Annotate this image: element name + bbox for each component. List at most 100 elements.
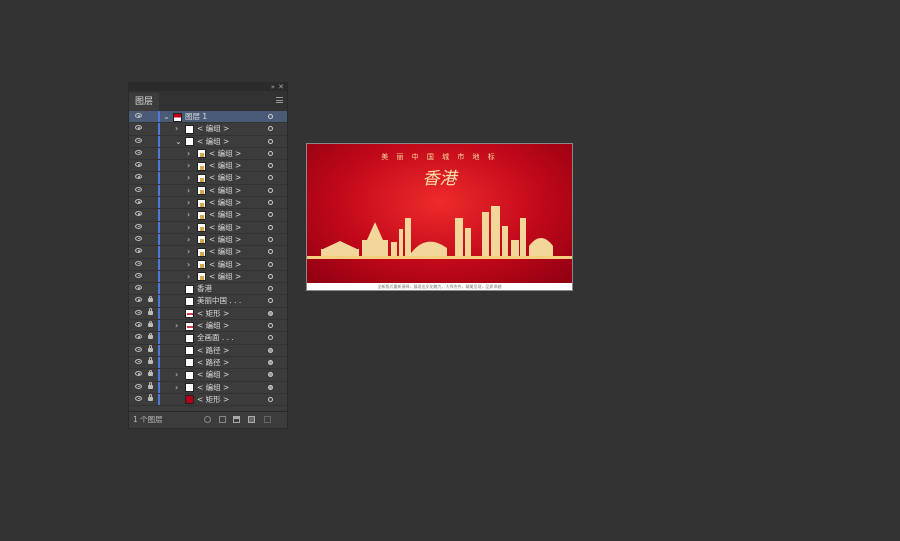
tab-layers[interactable]: 图层: [129, 93, 160, 111]
layer-name[interactable]: < 编组 >: [209, 234, 241, 246]
target-circle-icon[interactable]: [268, 261, 273, 267]
chevron-down-icon[interactable]: ⌄: [175, 136, 182, 147]
visibility-eye-icon[interactable]: [135, 223, 142, 229]
layer-row[interactable]: › < 编组 >: [129, 369, 287, 382]
new-sublayer-icon[interactable]: [233, 416, 240, 423]
layer-name[interactable]: < 矩形 >: [197, 308, 229, 320]
layer-name[interactable]: 全画面 . . .: [197, 332, 234, 344]
visibility-eye-icon[interactable]: [135, 334, 142, 340]
new-layer-icon[interactable]: [248, 416, 255, 423]
layer-name[interactable]: < 编组 >: [209, 172, 241, 184]
layer-name[interactable]: < 编组 >: [209, 271, 241, 283]
layer-row[interactable]: › < 编组 >: [129, 184, 287, 198]
target-circle-icon[interactable]: [268, 163, 273, 169]
chevron-right-icon[interactable]: ›: [187, 259, 190, 270]
layer-name[interactable]: < 编组 >: [197, 369, 229, 381]
visibility-eye-icon[interactable]: [135, 297, 142, 303]
target-circle-icon[interactable]: [268, 126, 273, 132]
chevron-right-icon[interactable]: ›: [187, 209, 190, 220]
visibility-eye-icon[interactable]: [135, 137, 142, 143]
layer-name[interactable]: < 编组 >: [197, 123, 229, 135]
target-circle-icon[interactable]: [268, 150, 273, 156]
visibility-eye-icon[interactable]: [135, 346, 142, 352]
chevron-right-icon[interactable]: ›: [187, 197, 190, 208]
layer-row[interactable]: › < 编组 >: [129, 270, 287, 284]
layer-row[interactable]: › < 编组 >: [129, 221, 287, 234]
chevron-right-icon[interactable]: ›: [187, 172, 190, 183]
lock-icon[interactable]: [148, 295, 153, 303]
layer-name[interactable]: < 编组 >: [209, 148, 241, 160]
visibility-eye-icon[interactable]: [135, 235, 142, 241]
lock-icon[interactable]: [148, 308, 153, 315]
target-circle-icon[interactable]: [268, 384, 273, 390]
layer-name[interactable]: < 编组 >: [209, 185, 241, 197]
visibility-eye-icon[interactable]: [135, 371, 142, 377]
layer-row[interactable]: < 路径 >: [129, 344, 287, 357]
target-circle-icon[interactable]: [268, 372, 273, 378]
chevron-right-icon[interactable]: ›: [187, 246, 190, 257]
visibility-eye-icon[interactable]: [135, 174, 142, 180]
layer-name[interactable]: < 路径 >: [197, 345, 229, 357]
collapse-icon[interactable]: »: [271, 83, 275, 91]
layer-row[interactable]: › < 编组 >: [129, 233, 287, 247]
visibility-eye-icon[interactable]: [135, 149, 142, 155]
layer-row[interactable]: ⌄ 图层 1: [129, 111, 287, 124]
layer-name[interactable]: < 编组 >: [209, 259, 241, 271]
layer-row[interactable]: › < 编组 >: [129, 320, 287, 333]
target-circle-icon[interactable]: [268, 236, 273, 242]
layer-name[interactable]: < 编组 >: [209, 160, 241, 172]
artboard[interactable]: 美 丽 中 国 城 市 地 标 香港 全新版式重新演绎，展现出文化魅力，大师杰作…: [306, 143, 573, 291]
target-circle-icon[interactable]: [268, 114, 273, 119]
search-icon[interactable]: [204, 416, 211, 423]
visibility-eye-icon[interactable]: [135, 260, 142, 266]
chevron-right-icon[interactable]: ›: [175, 382, 178, 393]
close-icon[interactable]: ✕: [278, 83, 284, 91]
layer-row[interactable]: › < 编组 >: [129, 197, 287, 210]
target-circle-icon[interactable]: [268, 212, 273, 218]
target-circle-icon[interactable]: [268, 224, 273, 230]
lock-icon[interactable]: [148, 357, 153, 364]
target-circle-icon[interactable]: [268, 138, 273, 144]
lock-icon[interactable]: [148, 345, 153, 352]
target-circle-icon[interactable]: [268, 310, 273, 316]
layer-name[interactable]: 美丽中国 . . .: [197, 295, 241, 307]
chevron-right-icon[interactable]: ›: [175, 369, 178, 380]
layer-row[interactable]: › < 编组 >: [129, 123, 287, 136]
chevron-down-icon[interactable]: ⌄: [163, 111, 170, 122]
layer-row[interactable]: < 路径 >: [129, 356, 287, 370]
layer-row[interactable]: › < 编组 >: [129, 209, 287, 222]
visibility-eye-icon[interactable]: [135, 395, 142, 401]
visibility-eye-icon[interactable]: [135, 211, 142, 217]
chevron-right-icon[interactable]: ›: [175, 123, 178, 134]
visibility-eye-icon[interactable]: [135, 162, 142, 168]
visibility-eye-icon[interactable]: [135, 186, 142, 192]
lock-icon[interactable]: [148, 394, 153, 401]
panel-title-bar[interactable]: » ✕: [129, 83, 287, 91]
visibility-eye-icon[interactable]: [135, 309, 142, 315]
visibility-eye-icon[interactable]: [135, 248, 142, 254]
chevron-right-icon[interactable]: ›: [187, 271, 190, 282]
layer-row[interactable]: › < 编组 >: [129, 258, 287, 271]
chevron-right-icon[interactable]: ›: [175, 320, 178, 331]
visibility-eye-icon[interactable]: [135, 285, 142, 291]
layer-name[interactable]: < 编组 >: [197, 136, 229, 148]
layer-name[interactable]: < 矩形 >: [197, 394, 229, 406]
target-circle-icon[interactable]: [268, 273, 273, 279]
layer-row[interactable]: < 矩形 >: [129, 393, 287, 407]
layer-name[interactable]: < 路径 >: [197, 357, 229, 369]
layer-row[interactable]: › < 编组 >: [129, 381, 287, 394]
target-circle-icon[interactable]: [268, 335, 273, 341]
chevron-right-icon[interactable]: ›: [187, 185, 190, 196]
target-circle-icon[interactable]: [268, 298, 273, 304]
target-circle-icon[interactable]: [268, 347, 273, 353]
chevron-right-icon[interactable]: ›: [187, 148, 190, 159]
trash-icon[interactable]: [264, 416, 271, 423]
visibility-eye-icon[interactable]: [135, 125, 142, 131]
target-circle-icon[interactable]: [268, 249, 273, 255]
layer-name[interactable]: < 编组 >: [209, 222, 241, 234]
layer-row[interactable]: ⌄ < 编组 >: [129, 135, 287, 148]
layer-row[interactable]: › < 编组 >: [129, 160, 287, 173]
layer-name[interactable]: < 编组 >: [209, 197, 241, 209]
visibility-eye-icon[interactable]: [135, 272, 142, 278]
lock-icon[interactable]: [148, 369, 153, 377]
